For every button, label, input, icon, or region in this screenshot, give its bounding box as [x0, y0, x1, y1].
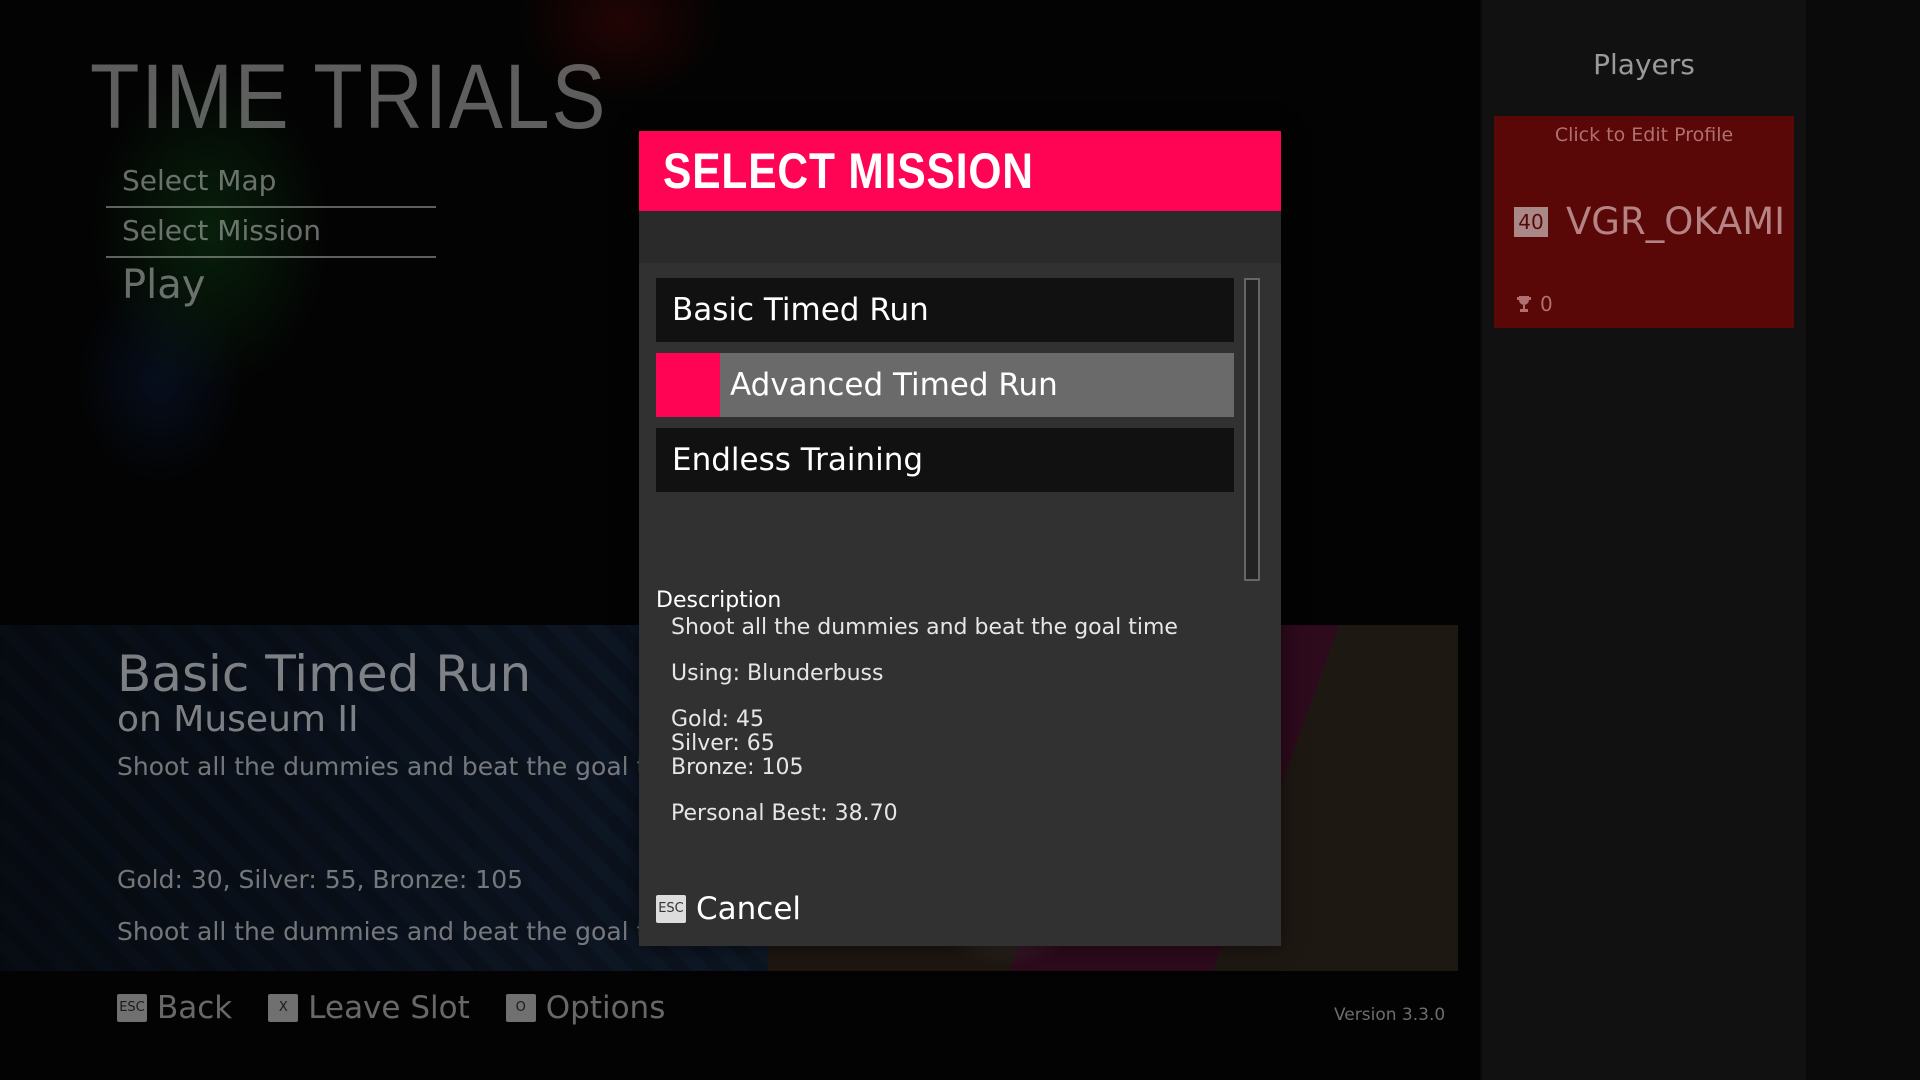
back-button[interactable]: ESC Back — [117, 990, 232, 1026]
dialog-header: SELECT MISSION — [639, 131, 1281, 211]
esc-key-icon: ESC — [656, 895, 686, 923]
mission-item-endless-training[interactable]: Endless Training — [656, 428, 1234, 492]
esc-key-icon: ESC — [117, 994, 147, 1022]
mission-label: Endless Training — [672, 442, 924, 478]
weapon-text: Using: Blunderbuss — [671, 661, 884, 686]
mission-info-description-secondary: Shoot all the dummies and beat the goal … — [117, 917, 678, 946]
mission-info-title: Basic Timed Run — [117, 645, 532, 703]
mission-info-map: on Museum II — [117, 699, 359, 740]
screen-title: TIME TRIALS — [90, 46, 608, 148]
selection-marker — [656, 353, 720, 417]
mission-info: Basic Timed Run on Museum II — [117, 645, 531, 740]
mission-list: Basic Timed Run Advanced Timed Run Endle… — [656, 278, 1234, 503]
trophy-icon — [1517, 296, 1531, 312]
player-level-badge: 40 — [1514, 206, 1548, 237]
o-key-icon: O — [505, 994, 536, 1022]
dialog-title: SELECT MISSION — [663, 143, 1034, 199]
bronze-time: Bronze: 105 — [671, 755, 804, 780]
mission-description: Description Shoot all the dummies and be… — [656, 588, 1256, 826]
version-label: Version 3.3.0 — [1334, 1005, 1446, 1025]
player-name: VGR_OKAMI — [1566, 200, 1786, 243]
options-button[interactable]: O Options — [505, 990, 666, 1026]
menu-select-mission[interactable]: Select Mission — [106, 210, 436, 258]
cancel-label: Cancel — [696, 891, 802, 927]
player-profile-card[interactable]: Click to Edit Profile 40 VGR_OKAMI 0 — [1494, 116, 1794, 328]
options-label: Options — [545, 990, 666, 1026]
players-title: Players — [1593, 48, 1695, 81]
description-text: Shoot all the dummies and beat the goal … — [671, 615, 1178, 640]
x-key-icon: X — [268, 994, 299, 1022]
leave-slot-label: Leave Slot — [308, 990, 470, 1026]
description-label: Description — [656, 588, 782, 613]
menu-play[interactable]: Play — [122, 262, 205, 308]
menu-select-map[interactable]: Select Map — [106, 160, 436, 208]
silver-time: Silver: 65 — [671, 731, 775, 756]
back-label: Back — [157, 990, 233, 1026]
dialog-header-strip — [639, 211, 1281, 263]
mission-info-medals: Gold: 30, Silver: 55, Bronze: 105 — [117, 865, 524, 894]
players-panel: Players Click to Edit Profile 40 VGR_OKA… — [1482, 0, 1806, 1080]
cancel-button[interactable]: ESC Cancel — [656, 891, 801, 927]
mission-label: Advanced Timed Run — [730, 367, 1058, 403]
left-menu: Select Map Select Mission — [106, 160, 436, 260]
trophy-count: 0 — [1516, 292, 1553, 316]
mission-info-description: Shoot all the dummies and beat the goal … — [117, 752, 678, 781]
mission-list-scrollbar[interactable] — [1244, 278, 1260, 581]
edit-profile-hint: Click to Edit Profile — [1554, 124, 1734, 146]
gold-time: Gold: 45 — [671, 707, 764, 732]
mission-item-basic-timed-run[interactable]: Basic Timed Run — [656, 278, 1234, 342]
select-mission-dialog: SELECT MISSION Basic Timed Run Advanced … — [639, 131, 1281, 946]
mission-label: Basic Timed Run — [672, 292, 929, 328]
mission-item-advanced-timed-run[interactable]: Advanced Timed Run — [656, 353, 1234, 417]
leave-slot-button[interactable]: X Leave Slot — [268, 990, 470, 1026]
player-row: 40 VGR_OKAMI — [1514, 200, 1785, 243]
footer-hints: ESC Back X Leave Slot O Options — [117, 990, 665, 1026]
personal-best: Personal Best: 38.70 — [671, 801, 898, 826]
trophy-count-value: 0 — [1540, 292, 1553, 316]
